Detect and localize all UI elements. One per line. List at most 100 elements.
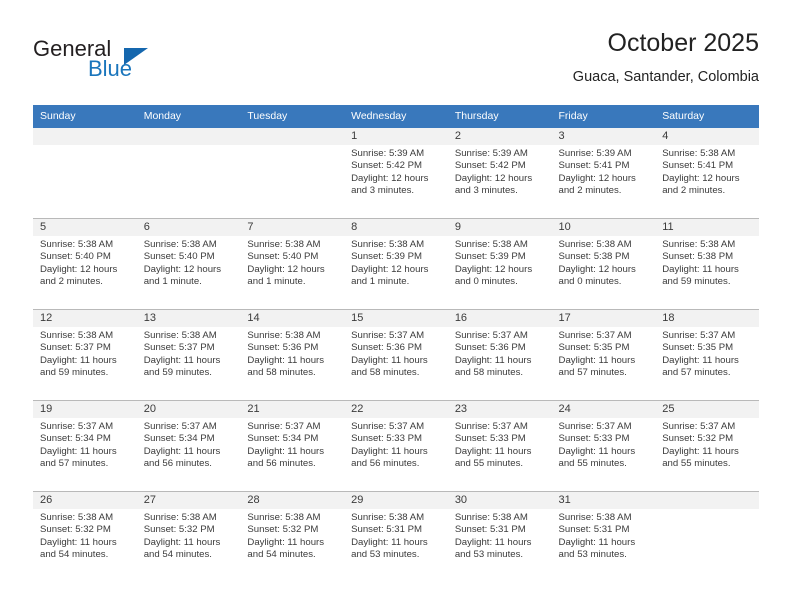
sunset-text: Sunset: 5:37 PM (143, 342, 215, 354)
day-cell-inner: 28 Sunrise: 5:38 AM Sunset: 5:32 PM Dayligh… (240, 492, 345, 582)
calendar-day-cell[interactable]: 29 Sunrise: 5:38 AM Sunset: 5:31 PM Dayligh… (344, 491, 448, 582)
daylight-text-line1: Daylight: 11 hours (143, 445, 221, 457)
logo-text-blue: Blue (88, 56, 133, 81)
day-cell-inner: 11 Sunrise: 5:38 AM Sunset: 5:38 PM Dayligh… (655, 219, 759, 309)
sunrise-text: Sunrise: 5:38 AM (40, 512, 114, 523)
calendar-day-cell[interactable]: 21 Sunrise: 5:37 AM Sunset: 5:34 PM Dayligh… (240, 400, 345, 492)
weekday-header-sunday: Sunday (33, 105, 137, 128)
day-cell-inner: 18 Sunrise: 5:37 AM Sunset: 5:35 PM Dayligh… (655, 310, 759, 400)
day-number: 26 (33, 492, 137, 509)
calendar-day-cell[interactable]: 6 Sunrise: 5:38 AM Sunset: 5:40 PM Daylight… (136, 218, 241, 310)
day-cell-inner: 26 Sunrise: 5:38 AM Sunset: 5:32 PM Dayligh… (33, 492, 137, 582)
day-details: Sunrise: 5:38 AM Sunset: 5:37 PM Daylight:… (33, 327, 137, 380)
sunrise-text: Sunrise: 5:37 AM (351, 330, 425, 341)
calendar-day-cell[interactable]: 23 Sunrise: 5:37 AM Sunset: 5:33 PM Dayligh… (447, 400, 552, 492)
daylight-text-line2: and 57 minutes. (558, 367, 627, 379)
day-cell-inner: 29 Sunrise: 5:38 AM Sunset: 5:31 PM Dayligh… (344, 492, 448, 582)
calendar-day-cell[interactable]: 17 Sunrise: 5:37 AM Sunset: 5:35 PM Dayligh… (551, 309, 656, 401)
day-details: Sunrise: 5:37 AM Sunset: 5:35 PM Daylight:… (655, 327, 759, 380)
calendar-day-cell[interactable]: 18 Sunrise: 5:37 AM Sunset: 5:35 PM Dayligh… (655, 309, 759, 401)
day-cell-inner: 22 Sunrise: 5:37 AM Sunset: 5:33 PM Dayligh… (344, 401, 448, 491)
day-details: Sunrise: 5:38 AM Sunset: 5:39 PM Daylight:… (448, 236, 552, 289)
calendar-day-cell-empty (240, 128, 345, 219)
calendar-day-cell-empty (136, 128, 241, 219)
calendar-day-cell[interactable]: 14 Sunrise: 5:38 AM Sunset: 5:36 PM Dayligh… (240, 309, 345, 401)
sunrise-text: Sunrise: 5:38 AM (454, 512, 528, 523)
day-number: 29 (344, 492, 448, 509)
calendar-day-cell[interactable]: 30 Sunrise: 5:38 AM Sunset: 5:31 PM Dayligh… (447, 491, 552, 582)
day-details: Sunrise: 5:37 AM Sunset: 5:35 PM Daylight:… (552, 327, 656, 380)
daylight-text-line1: Daylight: 11 hours (662, 445, 739, 457)
calendar-day-cell[interactable]: 9 Sunrise: 5:38 AM Sunset: 5:39 PM Daylight… (447, 218, 552, 310)
daylight-text-line2: and 55 minutes. (454, 458, 524, 470)
weekday-header-friday: Friday (551, 105, 656, 128)
day-number: 13 (136, 310, 241, 327)
day-details: Sunrise: 5:38 AM Sunset: 5:39 PM Daylight:… (344, 236, 448, 289)
day-number (33, 128, 137, 145)
calendar-day-cell[interactable]: 5 Sunrise: 5:38 AM Sunset: 5:40 PM Daylight… (33, 218, 137, 310)
daylight-text-line1: Daylight: 12 hours (40, 263, 118, 275)
day-cell-inner: 25 Sunrise: 5:37 AM Sunset: 5:32 PM Dayligh… (655, 401, 759, 491)
calendar-day-cell[interactable]: 28 Sunrise: 5:38 AM Sunset: 5:32 PM Dayligh… (240, 491, 345, 582)
day-cell-inner: 2 Sunrise: 5:39 AM Sunset: 5:42 PM Daylight… (447, 128, 552, 218)
day-number: 20 (136, 401, 241, 418)
sunset-text: Sunset: 5:32 PM (662, 433, 734, 445)
daylight-text-line2: and 58 minutes. (247, 367, 316, 379)
calendar-day-cell[interactable]: 11 Sunrise: 5:38 AM Sunset: 5:38 PM Dayligh… (655, 218, 759, 310)
day-details: Sunrise: 5:38 AM Sunset: 5:40 PM Daylight:… (240, 236, 344, 289)
daylight-text-line1: Daylight: 12 hours (558, 172, 636, 184)
sunrise-text: Sunrise: 5:38 AM (662, 148, 736, 159)
day-cell-inner (33, 128, 137, 218)
calendar-day-cell[interactable]: 15 Sunrise: 5:37 AM Sunset: 5:36 PM Dayligh… (344, 309, 448, 401)
day-details: Sunrise: 5:38 AM Sunset: 5:38 PM Daylight:… (552, 236, 656, 289)
daylight-text-line2: and 59 minutes. (40, 367, 109, 379)
day-number: 23 (447, 401, 552, 418)
day-cell-inner: 5 Sunrise: 5:38 AM Sunset: 5:40 PM Daylight… (33, 219, 137, 309)
daylight-text-line2: and 59 minutes. (143, 367, 212, 379)
day-number: 9 (447, 219, 552, 236)
sunset-text: Sunset: 5:36 PM (351, 342, 423, 354)
sunset-text: Sunset: 5:41 PM (662, 160, 734, 172)
daylight-text-line1: Daylight: 12 hours (351, 263, 429, 275)
calendar-day-cell[interactable]: 25 Sunrise: 5:37 AM Sunset: 5:32 PM Dayligh… (655, 400, 759, 492)
calendar-day-cell[interactable]: 7 Sunrise: 5:38 AM Sunset: 5:40 PM Daylight… (240, 218, 345, 310)
sunrise-text: Sunrise: 5:37 AM (351, 421, 425, 432)
sunrise-text: Sunrise: 5:37 AM (558, 330, 632, 341)
sunrise-text: Sunrise: 5:38 AM (247, 330, 321, 341)
calendar-day-cell[interactable]: 27 Sunrise: 5:38 AM Sunset: 5:32 PM Dayligh… (136, 491, 241, 582)
calendar-body: 1 Sunrise: 5:39 AM Sunset: 5:42 PM Daylight… (33, 128, 759, 582)
daylight-text-line1: Daylight: 12 hours (662, 172, 740, 184)
weekday-header-monday: Monday (136, 105, 241, 128)
day-details: Sunrise: 5:39 AM Sunset: 5:42 PM Daylight:… (344, 145, 448, 198)
day-cell-inner: 12 Sunrise: 5:38 AM Sunset: 5:37 PM Dayligh… (33, 310, 137, 400)
day-details: Sunrise: 5:38 AM Sunset: 5:32 PM Daylight:… (33, 509, 137, 562)
calendar-day-cell[interactable]: 26 Sunrise: 5:38 AM Sunset: 5:32 PM Dayligh… (33, 491, 137, 582)
calendar-day-cell[interactable]: 8 Sunrise: 5:38 AM Sunset: 5:39 PM Daylight… (344, 218, 448, 310)
calendar-day-cell[interactable]: 16 Sunrise: 5:37 AM Sunset: 5:36 PM Dayligh… (447, 309, 552, 401)
calendar-day-cell[interactable]: 19 Sunrise: 5:37 AM Sunset: 5:34 PM Dayligh… (33, 400, 137, 492)
daylight-text-line1: Daylight: 11 hours (558, 536, 636, 548)
day-number: 14 (240, 310, 345, 327)
calendar-day-cell[interactable]: 3 Sunrise: 5:39 AM Sunset: 5:41 PM Daylight… (551, 128, 656, 219)
sunset-text: Sunset: 5:39 PM (351, 251, 423, 263)
calendar-day-cell[interactable]: 12 Sunrise: 5:38 AM Sunset: 5:37 PM Dayligh… (33, 309, 137, 401)
day-number: 5 (33, 219, 137, 236)
daylight-text-line2: and 2 minutes. (558, 185, 622, 197)
calendar-day-cell[interactable]: 24 Sunrise: 5:37 AM Sunset: 5:33 PM Dayligh… (551, 400, 656, 492)
calendar-day-cell[interactable]: 20 Sunrise: 5:37 AM Sunset: 5:34 PM Dayligh… (136, 400, 241, 492)
day-details: Sunrise: 5:38 AM Sunset: 5:40 PM Daylight:… (33, 236, 137, 289)
daylight-text-line2: and 54 minutes. (143, 549, 212, 561)
day-number: 18 (655, 310, 759, 327)
calendar-day-cell[interactable]: 31 Sunrise: 5:38 AM Sunset: 5:31 PM Dayligh… (551, 491, 656, 582)
calendar-day-cell[interactable]: 1 Sunrise: 5:39 AM Sunset: 5:42 PM Daylight… (344, 128, 448, 219)
calendar-day-cell[interactable]: 13 Sunrise: 5:38 AM Sunset: 5:37 PM Dayligh… (136, 309, 241, 401)
calendar-day-cell[interactable]: 4 Sunrise: 5:38 AM Sunset: 5:41 PM Daylight… (655, 128, 759, 219)
daylight-text-line2: and 55 minutes. (662, 458, 731, 470)
sunset-text: Sunset: 5:33 PM (454, 433, 526, 445)
sunset-text: Sunset: 5:39 PM (454, 251, 526, 263)
daylight-text-line2: and 56 minutes. (351, 458, 420, 470)
calendar-day-cell[interactable]: 10 Sunrise: 5:38 AM Sunset: 5:38 PM Dayligh… (551, 218, 656, 310)
calendar-day-cell[interactable]: 2 Sunrise: 5:39 AM Sunset: 5:42 PM Daylight… (447, 128, 552, 219)
general-blue-logo[interactable]: General Blue (33, 36, 233, 92)
calendar-day-cell[interactable]: 22 Sunrise: 5:37 AM Sunset: 5:33 PM Dayligh… (344, 400, 448, 492)
